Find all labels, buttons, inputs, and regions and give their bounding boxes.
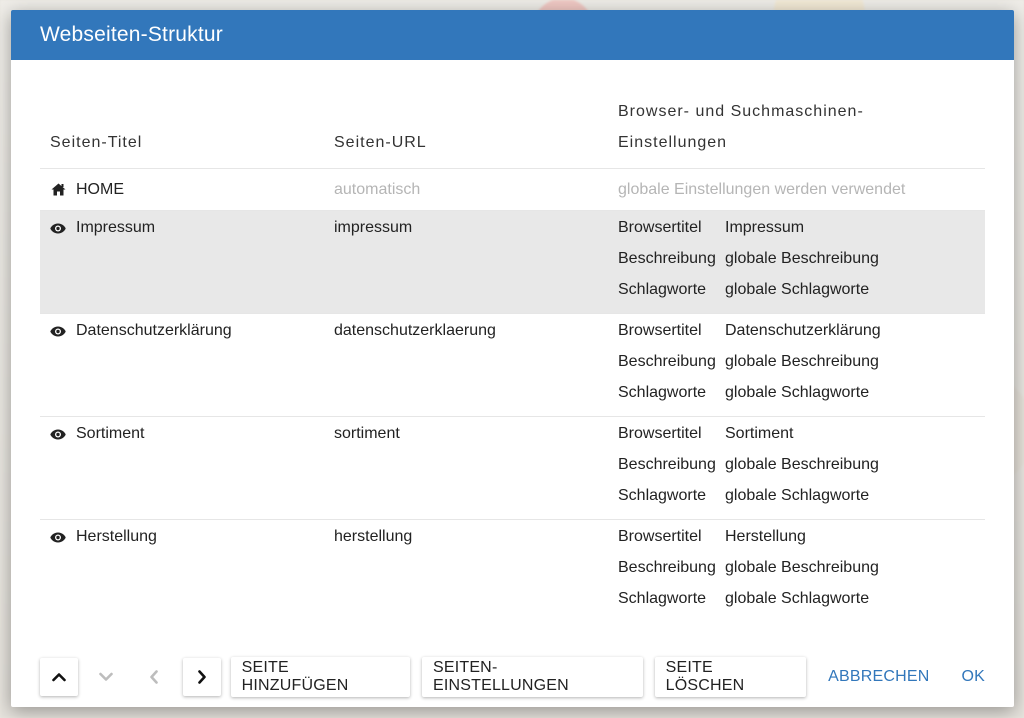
delete-page-button[interactable]: SEITE LÖSCHEN	[654, 657, 807, 697]
table-row[interactable]: Sortiment sortiment Browsertitel Sortimen…	[40, 416, 985, 520]
description-value: globale Beschreibung	[725, 250, 879, 267]
move-up-button[interactable]	[40, 658, 78, 696]
page-url: automatisch	[324, 168, 608, 211]
table-row[interactable]: Datenschutzerklärung datenschutzerklaeru…	[40, 313, 985, 417]
chevron-up-icon	[52, 673, 66, 682]
chevron-right-icon	[197, 670, 206, 684]
table-row[interactable]: Impressum impressum Browsertitel Impressu…	[40, 210, 985, 314]
browser-title-label: Browsertitel	[618, 322, 702, 339]
eye-icon	[50, 221, 66, 235]
keywords-label: Schlagworte	[618, 487, 707, 504]
table-row[interactable]: Herstellung herstellung Browsertitel Hers…	[40, 520, 985, 623]
home-icon	[50, 183, 66, 197]
chevron-left-icon	[150, 670, 158, 684]
page-url: herstellung	[334, 528, 413, 545]
keywords-label: Schlagworte	[618, 281, 707, 298]
ok-button[interactable]: OK	[951, 657, 985, 697]
keywords-label: Schlagworte	[618, 384, 707, 401]
description-value: globale Beschreibung	[725, 353, 879, 370]
page-structure-table: Seiten-Titel Seiten-URL Browser- und Suc…	[40, 96, 985, 623]
dialog-titlebar: Webseiten-Struktur	[11, 10, 1014, 60]
move-down-button[interactable]	[87, 658, 126, 696]
move-left-button[interactable]	[135, 658, 173, 696]
chevron-down-icon	[99, 672, 114, 681]
keywords-value: globale Schlagworte	[725, 281, 870, 298]
page-url: sortiment	[334, 425, 400, 442]
website-structure-dialog: Webseiten-Struktur Seiten-Titel Seiten-U…	[11, 10, 1014, 707]
dialog-title: Webseiten-Struktur	[40, 23, 223, 46]
column-header-title: Seiten-Titel	[40, 96, 324, 169]
cancel-button[interactable]: ABBRECHEN	[818, 657, 939, 697]
page-title: Sortiment	[76, 425, 145, 442]
dialog-footer: SEITE HINZUFÜGEN SEITEN-EINSTELLUNGEN SE…	[40, 657, 985, 697]
keywords-value: globale Schlagworte	[725, 590, 870, 607]
page-title: Datenschutzerklärung	[76, 322, 232, 339]
page-url: impressum	[334, 219, 413, 236]
page-title: HOME	[76, 180, 124, 198]
browser-title-label: Browsertitel	[618, 425, 702, 442]
table-header-row: Seiten-Titel Seiten-URL Browser- und Suc…	[40, 96, 985, 169]
description-value: globale Beschreibung	[725, 559, 879, 576]
browser-title-value: Sortiment	[725, 425, 794, 442]
browser-title-value: Datenschutzerklärung	[725, 322, 881, 339]
eye-icon	[50, 324, 66, 338]
browser-title-value: Herstellung	[725, 528, 806, 545]
description-label: Beschreibung	[618, 456, 716, 473]
table-row-home[interactable]: HOME automatisch globale Einstellungen w…	[40, 168, 985, 211]
keywords-value: globale Schlagworte	[725, 487, 870, 504]
eye-icon	[50, 530, 66, 544]
browser-title-value: Impressum	[725, 219, 805, 236]
column-header-settings: Browser- und Suchmaschinen- Einstellunge…	[608, 96, 985, 169]
browser-title-label: Browsertitel	[618, 219, 702, 236]
description-label: Beschreibung	[618, 353, 716, 370]
add-page-button[interactable]: SEITE HINZUFÜGEN	[230, 657, 410, 697]
browser-title-label: Browsertitel	[618, 528, 702, 545]
page-title: Impressum	[76, 219, 156, 236]
page-title: Herstellung	[76, 528, 157, 545]
description-label: Beschreibung	[618, 559, 716, 576]
description-value: globale Beschreibung	[725, 456, 879, 473]
page-settings-button[interactable]: SEITEN-EINSTELLUNGEN	[421, 657, 643, 697]
page-url: datenschutzerklaerung	[334, 322, 496, 339]
keywords-value: globale Schlagworte	[725, 384, 870, 401]
move-right-button[interactable]	[182, 658, 221, 696]
keywords-label: Schlagworte	[618, 590, 707, 607]
column-header-url: Seiten-URL	[324, 96, 608, 169]
description-label: Beschreibung	[618, 250, 716, 267]
eye-icon	[50, 427, 66, 441]
page-settings-summary: globale Einstellungen werden verwendet	[608, 168, 985, 211]
